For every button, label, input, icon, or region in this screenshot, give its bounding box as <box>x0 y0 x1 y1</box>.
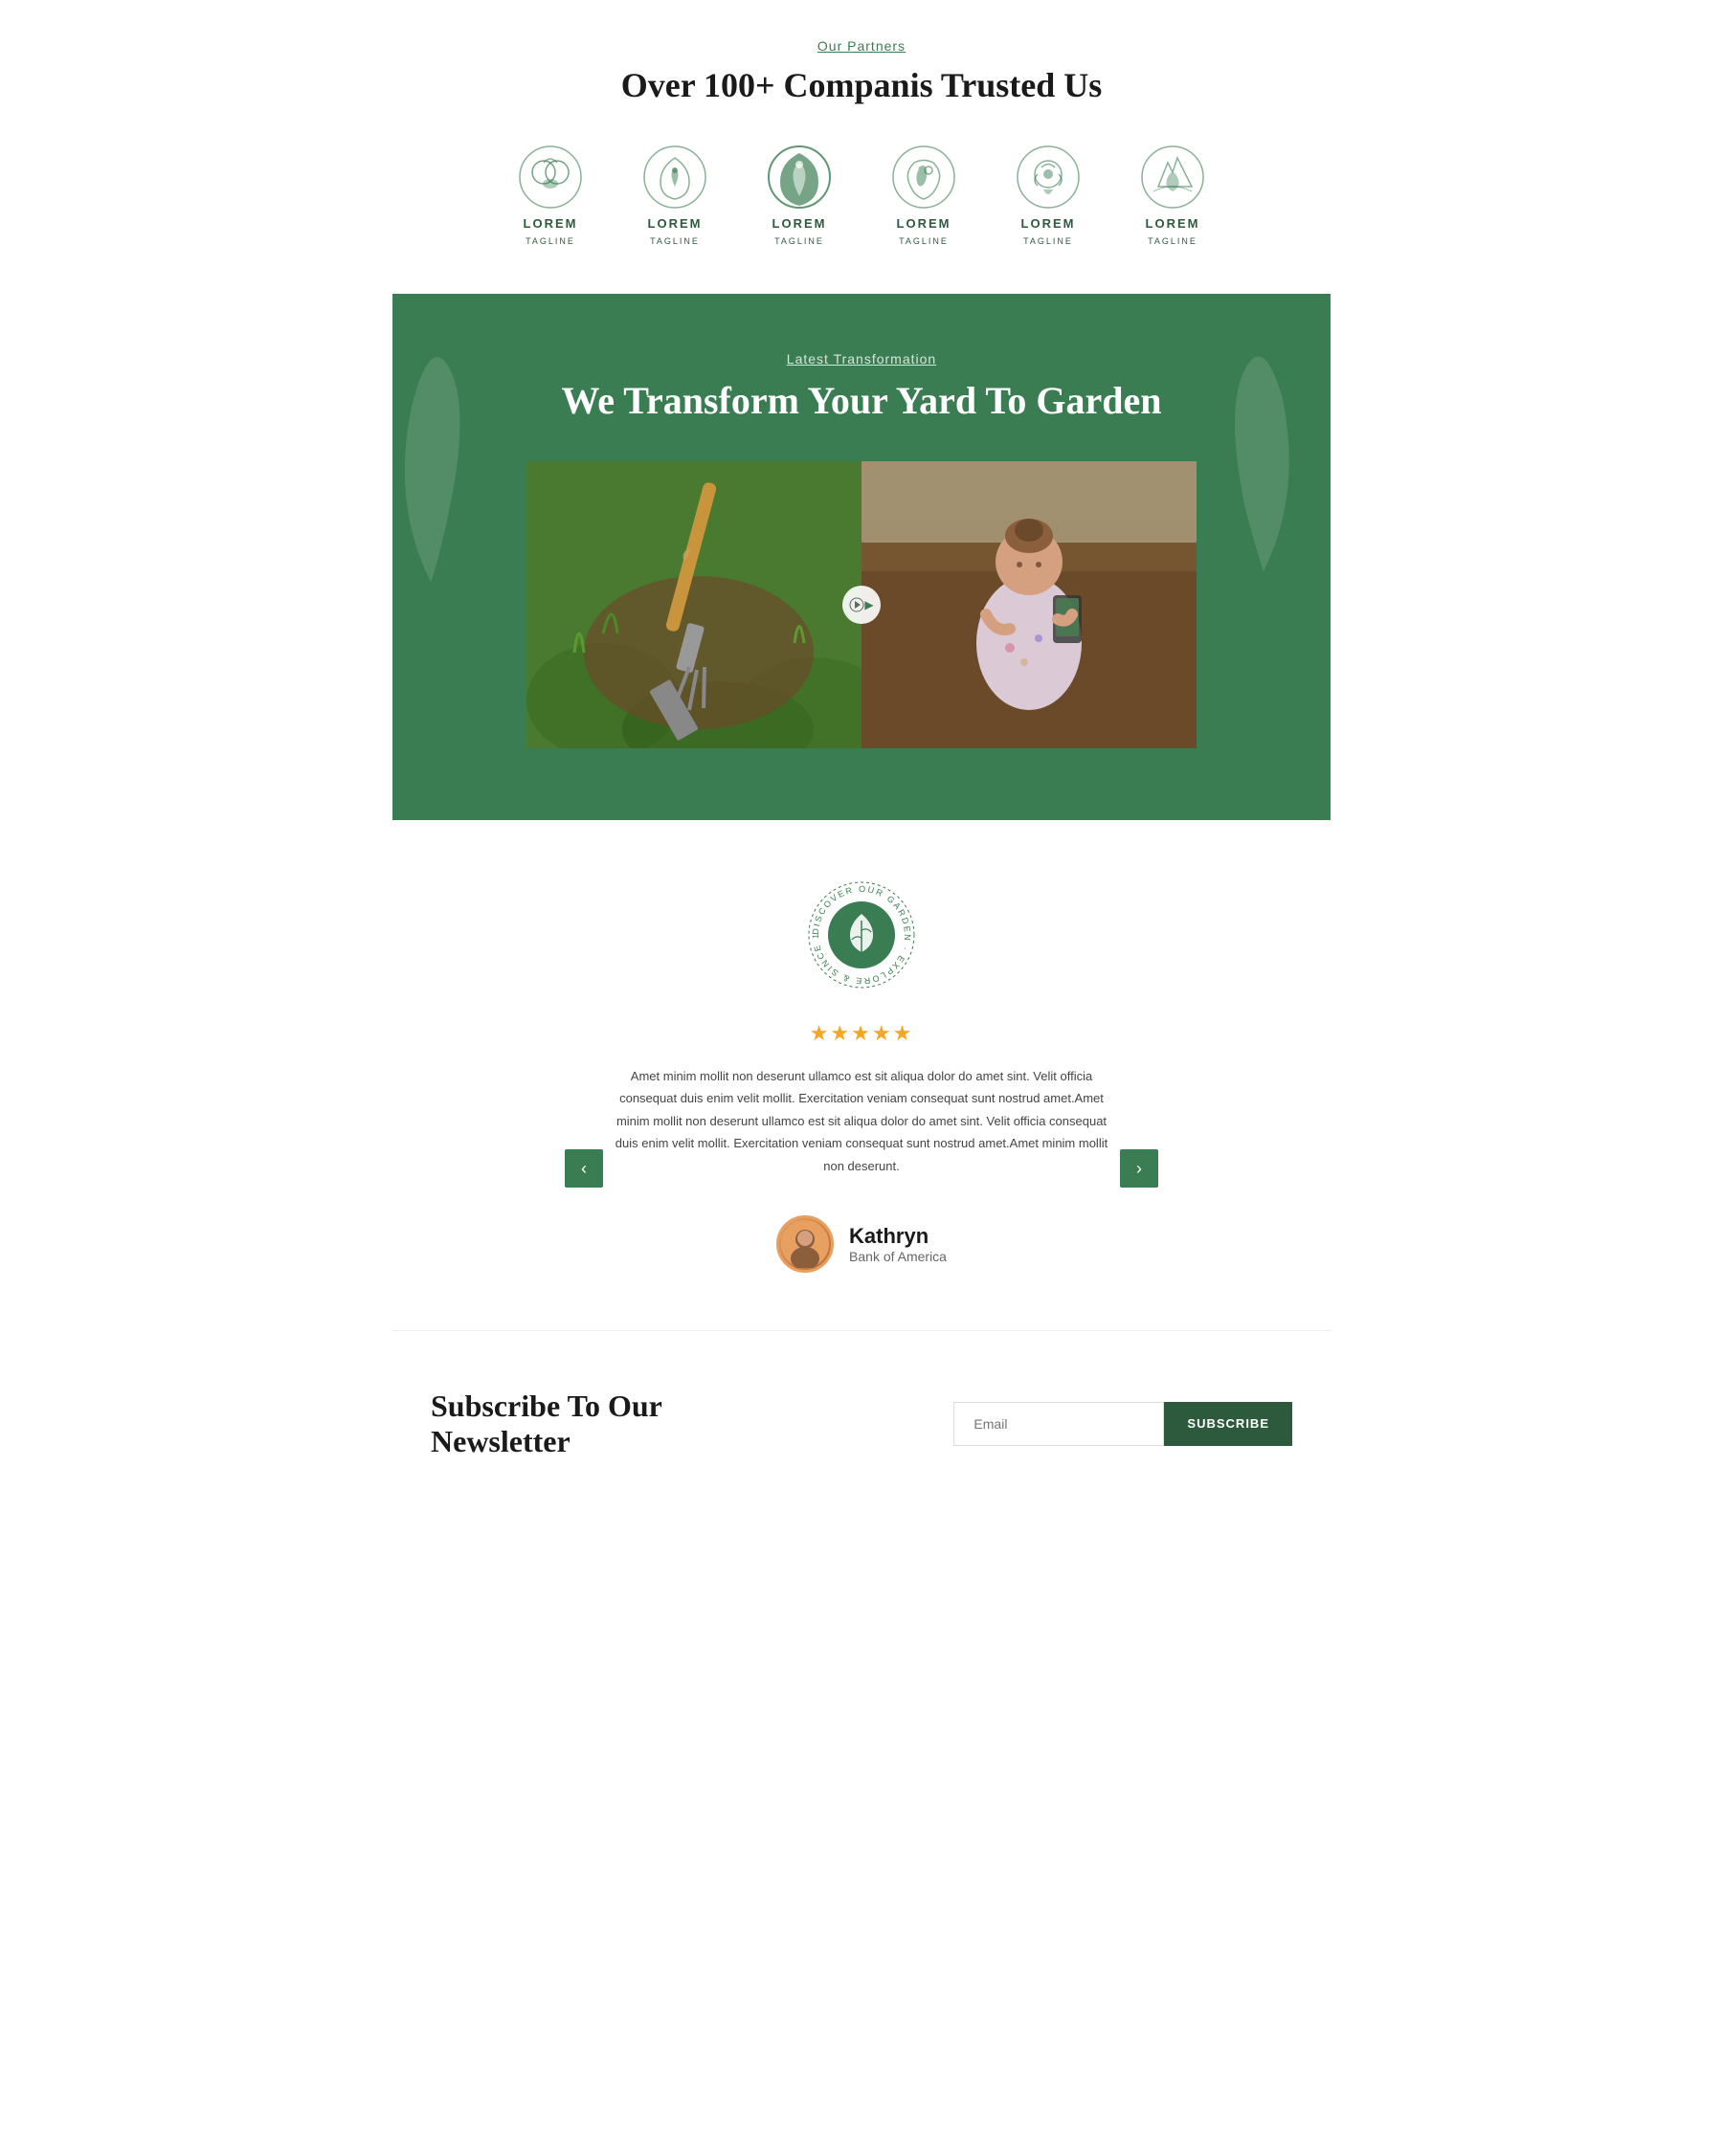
badge-svg: DISCOVER OUR GARDEN · EXPLORE & SINCE 19… <box>804 878 919 992</box>
partner-logo-2: LOREM TAGLINE <box>641 144 708 246</box>
partner-logo-4: LOREM TAGLINE <box>890 144 957 246</box>
split-view-button[interactable] <box>842 586 881 624</box>
partner-name-3: LOREM <box>772 216 827 231</box>
transformation-title: We Transform Your Yard To Garden <box>392 378 1331 423</box>
partner-logo-3: LOREM TAGLINE <box>766 144 833 246</box>
partner-logo-5: LOREM TAGLINE <box>1015 144 1082 246</box>
avatar-svg <box>781 1220 829 1268</box>
partner-name-1: LOREM <box>524 216 578 231</box>
reviewer-company: Bank of America <box>849 1249 947 1264</box>
reviewer-name: Kathryn <box>849 1224 947 1249</box>
transformation-label: Latest Transformation <box>392 351 1331 367</box>
partner-logo-icon-5 <box>1015 144 1082 211</box>
partner-name-2: LOREM <box>648 216 703 231</box>
partner-tagline-5: TAGLINE <box>1023 236 1073 246</box>
newsletter-title: Subscribe To Our Newsletter <box>431 1389 794 1459</box>
partners-title: Over 100+ Companis Trusted Us <box>412 65 1311 105</box>
partner-name-5: LOREM <box>1021 216 1076 231</box>
partner-tagline-2: TAGLINE <box>650 236 700 246</box>
partner-logo-icon-1 <box>517 144 584 211</box>
after-garden-image <box>862 461 1197 748</box>
garden-tool-svg <box>526 461 862 748</box>
next-testimonial-button[interactable]: › <box>1120 1149 1158 1188</box>
prev-testimonial-button[interactable]: ‹ <box>565 1149 603 1188</box>
partner-logo-icon-2 <box>641 144 708 211</box>
partner-tagline-4: TAGLINE <box>899 236 949 246</box>
star-rating: ★★★★★ <box>412 1021 1311 1046</box>
reviewer-avatar <box>776 1215 834 1273</box>
partner-logo-1: LOREM TAGLINE <box>517 144 584 246</box>
reviewer-info: Kathryn Bank of America <box>776 1215 947 1273</box>
partner-logo-6: LOREM TAGLINE <box>1139 144 1206 246</box>
partner-name-6: LOREM <box>1146 216 1200 231</box>
partner-tagline-3: TAGLINE <box>774 236 824 246</box>
testimonial-navigation: ‹ Amet minim mollit non deserunt ullamco… <box>565 1065 1158 1273</box>
email-input[interactable] <box>953 1402 1164 1446</box>
newsletter-section: Subscribe To Our Newsletter SUBSCRIBE <box>392 1330 1331 1536</box>
testimonial-text: Amet minim mollit non deserunt ullamco e… <box>613 1065 1110 1177</box>
play-icon <box>849 597 864 612</box>
subscribe-button[interactable]: SUBSCRIBE <box>1164 1402 1292 1446</box>
partner-tagline-1: TAGLINE <box>526 236 575 246</box>
partners-section: Our Partners Over 100+ Companis Trusted … <box>392 0 1331 294</box>
transformation-images <box>526 461 1197 748</box>
before-garden-image <box>526 461 862 748</box>
child-garden-svg <box>862 461 1197 748</box>
transformation-section: Latest Transformation We Transform Your … <box>392 294 1331 820</box>
testimonial-section: DISCOVER OUR GARDEN · EXPLORE & SINCE 19… <box>392 820 1331 1330</box>
discover-badge: DISCOVER OUR GARDEN · EXPLORE & SINCE 19… <box>804 878 919 992</box>
partner-tagline-6: TAGLINE <box>1148 236 1197 246</box>
partners-label: Our Partners <box>412 38 1311 54</box>
partner-name-4: LOREM <box>897 216 951 231</box>
testimonial-content: Amet minim mollit non deserunt ullamco e… <box>603 1065 1120 1273</box>
partner-logo-icon-4 <box>890 144 957 211</box>
logos-row: LOREM TAGLINE LOREM TAGLINE LOREM TAGL <box>412 144 1311 246</box>
partner-logo-icon-6 <box>1139 144 1206 211</box>
newsletter-form: SUBSCRIBE <box>953 1402 1292 1446</box>
partner-logo-icon-3 <box>766 144 833 211</box>
reviewer-details: Kathryn Bank of America <box>849 1224 947 1264</box>
